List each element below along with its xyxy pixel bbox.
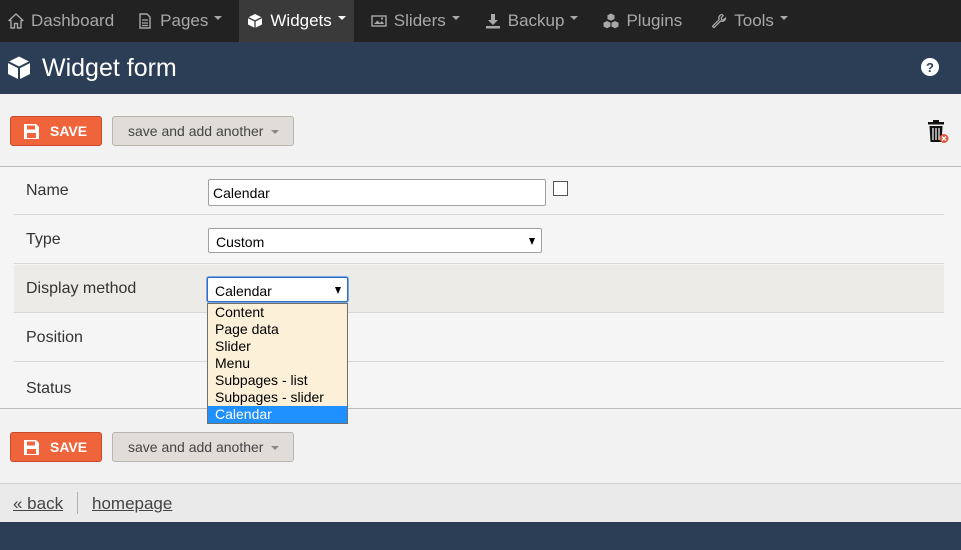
display-method-option[interactable]: Subpages - list <box>208 372 347 389</box>
cube-icon <box>6 55 32 81</box>
status-label: Status <box>26 380 72 397</box>
display-method-option[interactable]: Calendar <box>208 406 347 423</box>
display-method-options: Content Page data Slider Menu Subpages - lis… <box>207 303 348 424</box>
position-label: Position <box>26 329 83 346</box>
footer: « back homepage <box>0 483 961 522</box>
form-row-position: Position <box>14 314 944 362</box>
download-icon <box>485 13 501 29</box>
caret-down-icon <box>337 16 346 20</box>
type-label: Type <box>26 231 61 248</box>
save-and-add-another-button-bottom[interactable]: save and add another <box>112 432 294 462</box>
caret-down-icon <box>214 16 223 20</box>
cube-icon <box>247 13 263 29</box>
name-checkbox[interactable] <box>553 181 568 196</box>
nav-label: Dashboard <box>31 11 115 30</box>
widget-form: Name Type Custom Display method Calendar… <box>0 166 961 409</box>
dropdown-arrow-icon <box>529 238 535 245</box>
save-another-label: save and add another <box>128 439 264 455</box>
display-method-option[interactable]: Menu <box>208 355 347 372</box>
back-link[interactable]: « back <box>13 494 63 514</box>
nav-label: Sliders <box>393 11 446 30</box>
floppy-disk-icon <box>23 439 40 456</box>
nav-item-widgets[interactable]: Widgets <box>239 0 354 42</box>
nav-label: Pages <box>160 11 209 30</box>
page-icon <box>137 13 153 29</box>
caret-down-icon <box>779 16 788 20</box>
nav-label: Plugins <box>626 11 683 30</box>
bottom-bar <box>0 522 961 550</box>
floppy-disk-icon <box>23 123 40 140</box>
page-title: Widget form <box>42 53 177 82</box>
homepage-link[interactable]: homepage <box>92 494 172 514</box>
name-input[interactable] <box>208 179 546 206</box>
page-header: Widget form ? <box>0 42 961 94</box>
form-row-type: Type Custom <box>14 216 944 264</box>
caret-down-icon <box>570 16 579 20</box>
form-row-name: Name <box>14 167 944 215</box>
caret-down-icon[interactable] <box>271 130 279 134</box>
nav-item-backup[interactable]: Backup <box>477 0 587 42</box>
save-button-bottom[interactable]: SAVE <box>10 432 102 462</box>
image-icon <box>371 13 387 29</box>
nav-label: Backup <box>507 11 565 30</box>
name-label: Name <box>26 182 69 199</box>
nav-label: Tools <box>734 11 774 30</box>
save-label: SAVE <box>50 123 88 139</box>
home-icon <box>8 13 24 29</box>
nav-item-sliders[interactable]: Sliders <box>363 0 468 42</box>
dropdown-arrow-icon <box>335 287 341 294</box>
display-method-option[interactable]: Page data <box>208 321 347 338</box>
type-select[interactable]: Custom <box>208 228 542 253</box>
main-content: SAVE save and add another Name Type Cust… <box>0 94 961 483</box>
wrench-icon <box>711 13 727 29</box>
caret-down-icon <box>451 16 460 20</box>
display-method-select[interactable]: Calendar <box>207 277 348 302</box>
display-method-option[interactable]: Subpages - slider <box>208 389 347 406</box>
form-row-status: Status <box>14 363 944 409</box>
display-method-option[interactable]: Content <box>208 304 347 321</box>
nav-item-pages[interactable]: Pages <box>129 0 230 42</box>
cubes-icon <box>603 13 619 29</box>
display-method-option[interactable]: Slider <box>208 338 347 355</box>
form-row-display-method: Display method Calendar <box>14 265 944 313</box>
nav-label: Widgets <box>270 11 332 30</box>
nav-item-tools[interactable]: Tools <box>703 0 796 42</box>
caret-down-icon[interactable] <box>271 446 279 450</box>
save-and-add-another-button[interactable]: save and add another <box>112 116 294 146</box>
top-nav: Dashboard Pages Widgets Sliders Backup P… <box>0 0 961 42</box>
nav-item-plugins[interactable]: Plugins <box>595 0 690 42</box>
save-button[interactable]: SAVE <box>10 116 102 146</box>
nav-item-dashboard[interactable]: Dashboard <box>0 0 122 42</box>
save-label: SAVE <box>50 439 88 455</box>
save-another-label: save and add another <box>128 123 264 139</box>
delete-trash-icon[interactable] <box>927 120 949 144</box>
footer-divider <box>77 492 78 514</box>
type-select-value: Custom <box>216 234 265 250</box>
display-method-label: Display method <box>26 280 137 297</box>
display-method-value: Calendar <box>215 283 272 299</box>
help-icon[interactable]: ? <box>921 58 939 76</box>
